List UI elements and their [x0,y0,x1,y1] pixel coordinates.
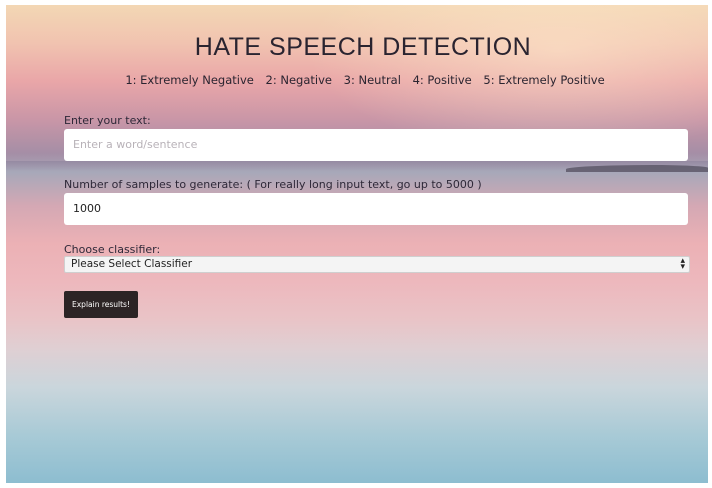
legend-item-3: 3: Neutral [343,73,401,87]
text-input[interactable]: Enter a word/sentence [64,129,688,161]
legend-item-4: 4: Positive [412,73,472,87]
legend-item-2: 2: Negative [265,73,332,87]
text-input-label: Enter your text: [64,114,151,127]
rating-legend: 1: Extremely Negative 2: Negative 3: Neu… [0,73,712,87]
samples-input[interactable]: 1000 [64,193,688,225]
classifier-selected-value: Please Select Classifier [71,258,193,270]
select-updown-icon: ▴ ▾ [680,256,685,272]
classifier-label: Choose classifier: [64,243,161,256]
explain-results-button[interactable]: Explain results! [64,291,138,318]
legend-item-1: 1: Extremely Negative [125,73,254,87]
app-frame: HATE SPEECH DETECTION 1: Extremely Negat… [0,0,712,488]
samples-label: Number of samples to generate: ( For rea… [64,178,482,191]
legend-item-5: 5: Extremely Positive [483,73,605,87]
island-silhouette [566,165,708,172]
page-title: HATE SPEECH DETECTION [194,33,532,61]
classifier-select[interactable]: Please Select Classifier ▴ ▾ [64,256,690,273]
